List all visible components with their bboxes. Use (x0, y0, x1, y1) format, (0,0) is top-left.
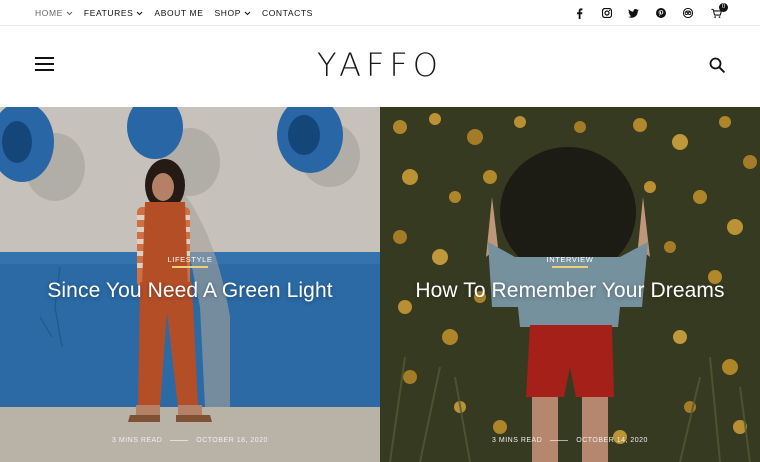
meta-divider (550, 440, 569, 441)
site-header: YAFFO (0, 26, 760, 107)
post-read-time: 3 MINS READ (492, 437, 543, 444)
chevron-down-icon (137, 11, 143, 15)
nav-label-about-me: ABOUT ME (154, 8, 204, 18)
post-date: OCTOBER 18, 2020 (196, 437, 268, 444)
nav-item-home[interactable]: HOME (35, 8, 73, 18)
post-title[interactable]: Since You Need A Green Light (0, 279, 380, 303)
nav-label-home: HOME (35, 8, 63, 18)
post-read-time: 3 MINS READ (112, 437, 163, 444)
top-navigation: HOME FEATURES ABOUT ME SHOP CONTACTS (35, 0, 313, 26)
meta-divider (170, 440, 189, 441)
featured-posts: LIFESTYLE Since You Need A Green Light 3… (0, 107, 760, 462)
nav-label-features: FEATURES (83, 8, 134, 18)
nav-item-about-me[interactable]: ABOUT ME (154, 8, 203, 18)
category-underline (552, 266, 588, 268)
nav-item-contacts[interactable]: CONTACTS (262, 8, 313, 18)
post-meta: 3 MINS READ OCTOBER 14, 2020 (380, 437, 760, 444)
twitter-icon[interactable] (628, 8, 639, 19)
post-category[interactable]: INTERVIEW (380, 255, 760, 264)
cart-icon[interactable]: 0 (711, 2, 728, 19)
post-title[interactable]: How To Remember Your Dreams (380, 279, 760, 303)
nav-label-shop: SHOP (214, 8, 241, 18)
facebook-icon[interactable] (574, 7, 585, 19)
post-date: OCTOBER 14, 2020 (576, 437, 648, 444)
social-links: 0 (574, 0, 728, 26)
featured-post-card[interactable]: LIFESTYLE Since You Need A Green Light 3… (0, 107, 380, 462)
nav-item-shop[interactable]: SHOP (214, 8, 251, 18)
tripadvisor-icon[interactable] (682, 8, 693, 19)
chevron-down-icon (66, 11, 73, 15)
nav-item-features[interactable]: FEATURES (84, 8, 144, 18)
post-meta: 3 MINS READ OCTOBER 18, 2020 (0, 437, 380, 444)
cart-count-badge: 0 (719, 2, 728, 12)
search-icon[interactable] (709, 57, 725, 73)
category-underline (172, 266, 208, 268)
nav-label-contacts: CONTACTS (261, 8, 313, 18)
chevron-down-icon (244, 11, 251, 15)
featured-post-card[interactable]: INTERVIEW How To Remember Your Dreams 3 … (380, 107, 760, 462)
pinterest-icon[interactable] (655, 8, 666, 19)
instagram-icon[interactable] (601, 8, 612, 19)
post-category[interactable]: LIFESTYLE (0, 255, 380, 264)
site-logo[interactable]: YAFFO (0, 46, 760, 84)
top-bar: HOME FEATURES ABOUT ME SHOP CONTACTS 0 (0, 0, 760, 26)
